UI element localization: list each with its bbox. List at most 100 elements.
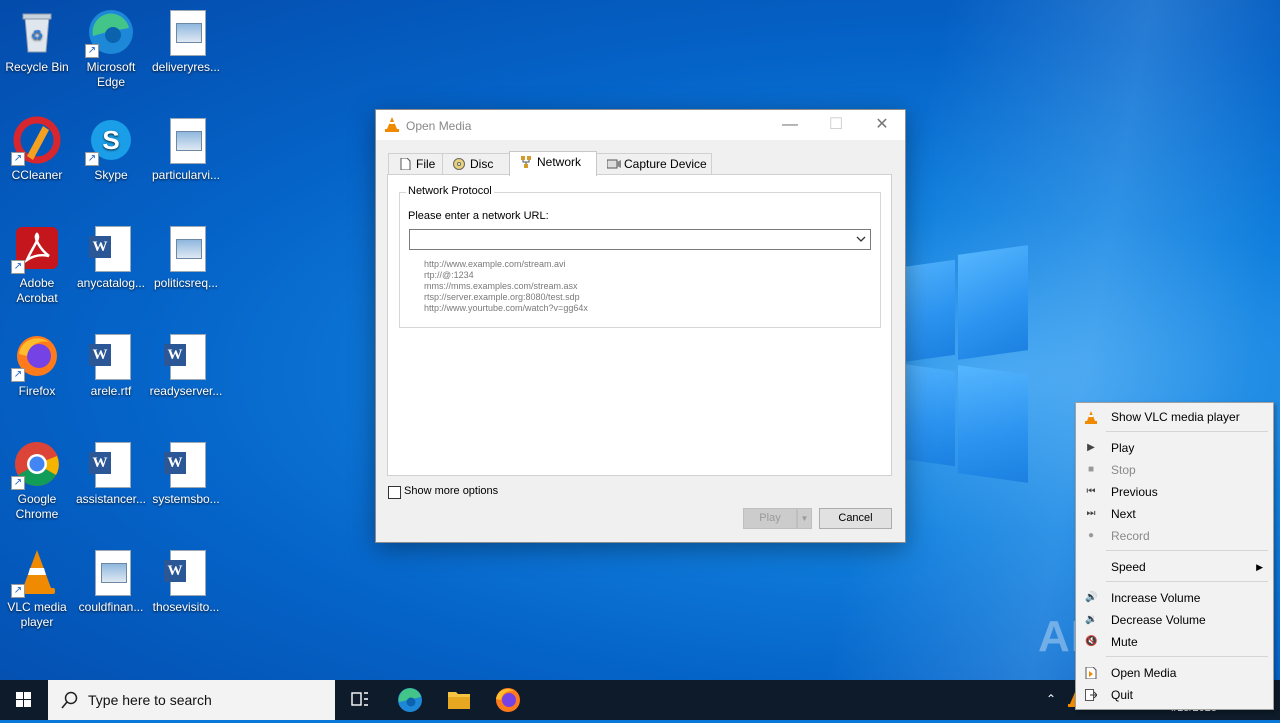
close-button[interactable]: ✕	[859, 110, 905, 140]
word-document-icon: W	[87, 332, 135, 380]
svg-text:♻: ♻	[31, 27, 44, 43]
url-examples: http://www.example.com/stream.avi rtp://…	[424, 259, 588, 314]
menu-item-label: Play	[1111, 441, 1135, 455]
menu-item-label: Record	[1111, 529, 1150, 543]
taskbar-firefox[interactable]	[484, 680, 532, 720]
menu-item-increase-volume[interactable]: 🔊 Increase Volume	[1076, 587, 1273, 609]
maximize-button: ☐	[828, 116, 844, 133]
desktop-icon-readyserver[interactable]: W readyserver...	[149, 326, 223, 399]
taskbar-search-box[interactable]: Type here to search	[48, 680, 335, 720]
task-view-button[interactable]	[336, 680, 384, 720]
desktop-icon-recycle-bin[interactable]: ♻ Recycle Bin	[0, 2, 74, 75]
desktop-icon-label: VLC media player	[7, 600, 67, 629]
capture-device-icon	[606, 156, 621, 169]
desktop-icon-firefox[interactable]: ↗ Firefox	[0, 326, 74, 399]
folder-icon	[448, 692, 470, 709]
menu-item-play[interactable]: ▶ Play	[1076, 437, 1273, 459]
url-label: Please enter a network URL:	[408, 210, 549, 222]
menu-item-open-media[interactable]: Open Media	[1076, 662, 1273, 684]
open-media-icon	[1085, 666, 1097, 680]
svg-text:S: S	[102, 125, 119, 155]
url-example: http://www.example.com/stream.avi	[424, 259, 566, 269]
desktop-icon-vlc-media-player[interactable]: ↗ VLC media player	[0, 542, 74, 630]
desktop-icon-couldfinan[interactable]: couldfinan...	[74, 542, 148, 615]
desktop-icon-label: arele.rtf	[90, 384, 132, 398]
desktop-icon-systemsbo[interactable]: W systemsbo...	[149, 434, 223, 507]
cancel-button[interactable]: Cancel	[819, 508, 892, 529]
skype-icon: S ↗	[85, 116, 135, 166]
desktop-icon-microsoft-edge[interactable]: ↗ Microsoft Edge	[74, 2, 148, 90]
dialog-titlebar[interactable]: Open Media — ☐ ✕	[376, 110, 905, 140]
desktop-icon-deliveryres[interactable]: deliveryres...	[149, 2, 223, 75]
firefox-icon: ↗	[11, 332, 61, 382]
desktop-icon-politicsreq[interactable]: politicsreq...	[149, 218, 223, 291]
tab-disc[interactable]: Disc	[442, 153, 510, 175]
tab-label: Disc	[470, 157, 494, 171]
desktop-icon-anycatalog[interactable]: W anycatalog...	[74, 218, 148, 291]
tab-capture-device[interactable]: Capture Device	[596, 153, 712, 175]
desktop-icon-label: readyserver...	[149, 384, 223, 398]
stop-icon: ■	[1087, 464, 1095, 475]
chevron-up-icon[interactable]: ⌃	[1046, 692, 1056, 706]
menu-separator	[1106, 581, 1268, 582]
tab-network[interactable]: Network	[509, 151, 597, 176]
volume-up-icon: 🔊	[1085, 592, 1098, 603]
url-example: mms://mms.examples.com/stream.asx	[424, 281, 578, 291]
chevron-down-icon[interactable]	[854, 232, 868, 246]
show-more-options-label[interactable]: Show more options	[404, 485, 498, 497]
desktop-icon-label: Firefox	[18, 384, 56, 398]
desktop-icon-assistancer[interactable]: W assistancer...	[74, 434, 148, 507]
url-example: http://www.yourtube.com/watch?v=gg64x	[424, 303, 588, 313]
desktop-icon-ccleaner[interactable]: ↗ CCleaner	[0, 110, 74, 183]
menu-item-label: Previous	[1111, 485, 1158, 499]
network-url-combobox[interactable]	[409, 229, 871, 250]
taskbar-file-explorer[interactable]	[435, 680, 483, 720]
menu-item-decrease-volume[interactable]: 🔉 Decrease Volume	[1076, 609, 1273, 631]
search-placeholder: Type here to search	[88, 692, 212, 708]
desktop-icon-google-chrome[interactable]: ↗ Google Chrome	[0, 434, 74, 522]
shortcut-arrow-icon: ↗	[11, 368, 25, 382]
recycle-bin-icon: ♻	[13, 8, 61, 56]
network-url-input[interactable]	[410, 230, 848, 247]
play-dropdown-button[interactable]: ▼	[797, 508, 812, 529]
vlc-cone-icon: ↗	[11, 548, 61, 598]
start-button[interactable]	[0, 680, 48, 720]
menu-item-stop[interactable]: ■ Stop	[1076, 459, 1273, 481]
desktop-icon-arele-rtf[interactable]: W arele.rtf	[74, 326, 148, 399]
desktop-icon-label: anycatalog...	[76, 276, 146, 290]
menu-item-mute[interactable]: 🔇 Mute	[1076, 631, 1273, 653]
menu-item-record[interactable]: ● Record	[1076, 525, 1273, 547]
word-document-icon: W	[162, 332, 210, 380]
menu-item-previous[interactable]: ⏮ Previous	[1076, 481, 1273, 503]
acrobat-icon: ↗	[11, 224, 61, 274]
desktop-icon-label: deliveryres...	[151, 60, 221, 74]
menu-item-label: Quit	[1111, 688, 1134, 702]
tab-file[interactable]: File	[388, 153, 443, 175]
image-file-icon	[162, 116, 210, 164]
menu-item-next[interactable]: ⏭ Next	[1076, 503, 1273, 525]
play-button[interactable]: Play	[743, 508, 797, 529]
desktop-icon-label: particularvi...	[151, 168, 221, 182]
menu-item-label: Show VLC media player	[1111, 410, 1240, 424]
taskbar-edge[interactable]	[386, 680, 434, 720]
desktop-icon-thosevisito[interactable]: W thosevisito...	[149, 542, 223, 615]
menu-item-speed[interactable]: Speed ▶	[1076, 556, 1273, 578]
desktop-icon-skype[interactable]: S ↗ Skype	[74, 110, 148, 183]
edge-icon	[398, 688, 422, 712]
tab-label: Capture Device	[624, 157, 707, 171]
tab-label: Network	[537, 155, 582, 169]
desktop-icon-adobe-acrobat[interactable]: ↗ Adobe Acrobat	[0, 218, 74, 306]
desktop-icon-particularvi[interactable]: particularvi...	[149, 110, 223, 183]
shortcut-arrow-icon: ↗	[11, 584, 25, 598]
show-more-options-checkbox[interactable]	[388, 486, 401, 499]
edge-icon: ↗	[85, 8, 135, 58]
network-tab-panel: Network Protocol Please enter a network …	[387, 174, 892, 476]
menu-item-quit[interactable]: Quit	[1076, 684, 1273, 706]
menu-item-show-vlc[interactable]: Show VLC media player	[1076, 406, 1273, 428]
menu-item-label: Open Media	[1111, 666, 1177, 680]
url-example: rtp://@:1234	[424, 270, 474, 280]
desktop-icon-label: couldfinan...	[78, 600, 144, 614]
word-document-icon: W	[162, 548, 210, 596]
open-media-dialog: Open Media — ☐ ✕ File Disc Network Captu…	[375, 109, 906, 543]
minimize-button[interactable]: —	[767, 110, 813, 140]
